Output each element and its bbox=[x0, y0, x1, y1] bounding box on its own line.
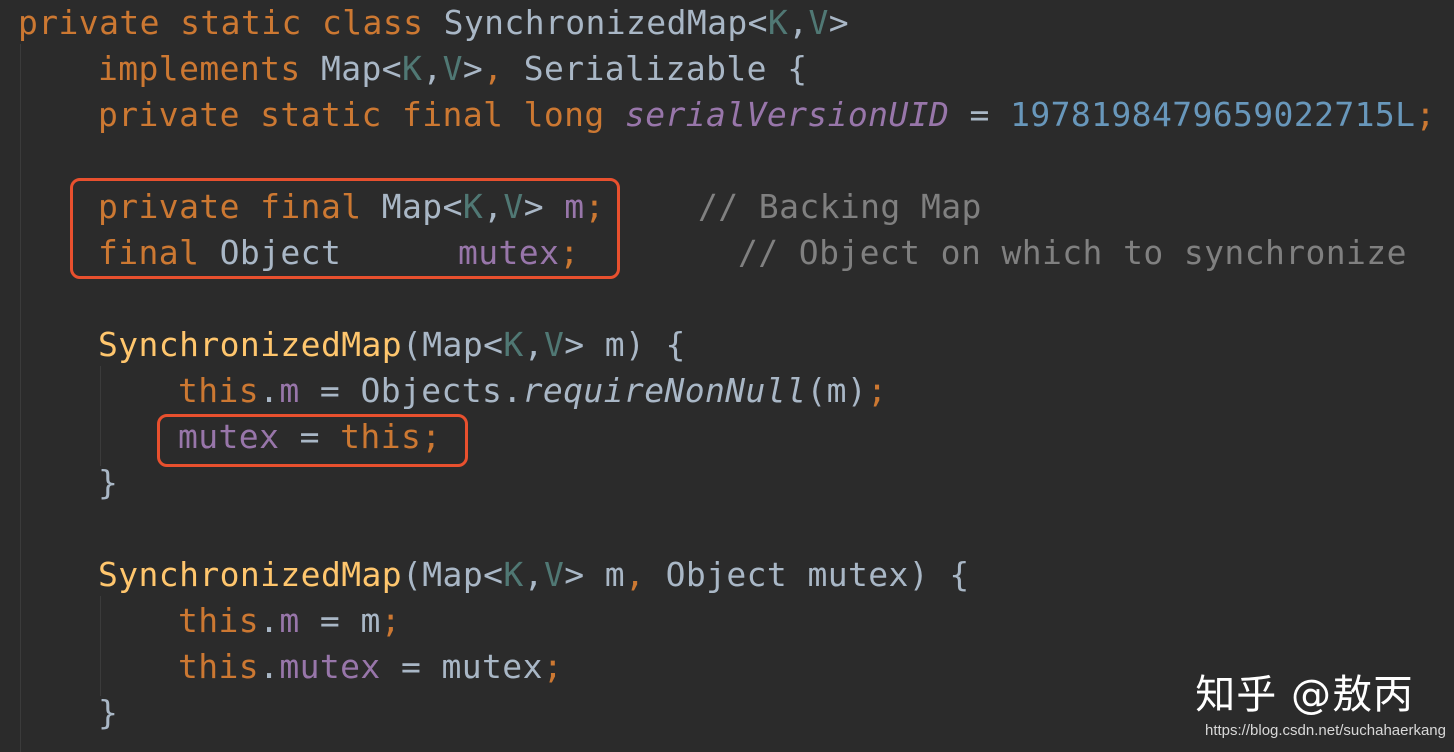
this-keyword: this bbox=[178, 371, 260, 410]
code-line-constructor-2: SynchronizedMap(Map<K,V> m, Object mutex… bbox=[98, 552, 970, 598]
punctuation: , bbox=[523, 555, 544, 594]
code-line-constructor-1: SynchronizedMap(Map<K,V> m) { bbox=[98, 322, 686, 368]
code-editor[interactable]: private static class SynchronizedMap<K,V… bbox=[0, 0, 1454, 752]
code-line-serial-uid: private static final long serialVersionU… bbox=[98, 92, 1436, 138]
operator: = m bbox=[299, 601, 381, 640]
keyword: private static class bbox=[18, 3, 444, 42]
type-param: K bbox=[402, 49, 423, 88]
comment-backing-map: // Backing Map bbox=[698, 187, 982, 226]
indent-guide bbox=[20, 44, 21, 752]
semicolon: ; bbox=[542, 647, 564, 686]
code-line-class-decl: private static class SynchronizedMap<K,V… bbox=[18, 0, 849, 46]
punctuation: < bbox=[381, 49, 403, 88]
punctuation: < bbox=[483, 555, 504, 594]
this-keyword: this bbox=[178, 647, 260, 686]
punctuation: . bbox=[259, 647, 280, 686]
type-param: V bbox=[442, 49, 463, 88]
semicolon: ; bbox=[1415, 95, 1436, 134]
keyword: implements bbox=[98, 49, 321, 88]
semicolon: ; bbox=[380, 601, 401, 640]
semicolon: ; bbox=[867, 371, 888, 410]
punctuation: , bbox=[523, 325, 544, 364]
field-name: mutex bbox=[279, 647, 381, 686]
parameter-list: > m bbox=[564, 555, 626, 594]
comment-sync-object: // Object on which to synchronize bbox=[738, 233, 1407, 272]
csdn-watermark-url: https://blog.csdn.net/suchahaerkang bbox=[1205, 722, 1446, 739]
arguments: (m) bbox=[806, 371, 868, 410]
punctuation: , bbox=[483, 49, 524, 88]
parameter-list: Object mutex) { bbox=[645, 555, 970, 594]
operator: = bbox=[949, 95, 1011, 134]
type-name: Serializable { bbox=[523, 49, 808, 88]
type-param: K bbox=[503, 555, 524, 594]
field-name: m bbox=[279, 601, 300, 640]
code-line-assign-m: this.m = Objects.requireNonNull(m); bbox=[178, 368, 887, 414]
type-param: V bbox=[808, 3, 829, 42]
punctuation: . bbox=[259, 601, 280, 640]
parameter-list: > m) { bbox=[564, 325, 686, 364]
punctuation: < bbox=[747, 3, 768, 42]
indent-guide bbox=[100, 366, 101, 466]
punctuation: , bbox=[625, 555, 646, 594]
type-name: Map bbox=[320, 49, 382, 88]
highlight-box-mutex-this bbox=[157, 414, 468, 467]
punctuation: > bbox=[462, 49, 484, 88]
type-param: V bbox=[543, 325, 565, 364]
brace: } bbox=[98, 693, 119, 732]
highlight-box-fields bbox=[70, 178, 620, 279]
type-param: K bbox=[767, 3, 789, 42]
parameter-type: (Map bbox=[402, 325, 484, 364]
this-keyword: this bbox=[178, 601, 260, 640]
code-line-assign-m-2: this.m = m; bbox=[178, 598, 401, 644]
indent-guide bbox=[100, 596, 101, 696]
zhihu-watermark: 知乎 @敖丙 bbox=[1195, 672, 1414, 718]
brace: } bbox=[98, 463, 119, 502]
code-line-close-brace-2: } bbox=[98, 690, 118, 736]
parameter-type: (Map bbox=[402, 555, 484, 594]
code-line-close-brace: } bbox=[98, 460, 118, 506]
punctuation: , bbox=[788, 3, 809, 42]
code-line-assign-mutex: this.mutex = mutex; bbox=[178, 644, 563, 690]
operator: = mutex bbox=[380, 647, 543, 686]
operator: = Objects. bbox=[299, 371, 523, 410]
punctuation: , bbox=[422, 49, 443, 88]
field-name: m bbox=[279, 371, 300, 410]
method-call: requireNonNull bbox=[522, 371, 807, 410]
punctuation: > bbox=[828, 3, 850, 42]
punctuation: . bbox=[259, 371, 280, 410]
type-param: V bbox=[543, 555, 565, 594]
punctuation: < bbox=[483, 325, 504, 364]
type-param: K bbox=[503, 325, 524, 364]
number-literal: 1978198479659022715L bbox=[1010, 95, 1416, 134]
method-declaration: SynchronizedMap bbox=[98, 555, 403, 594]
code-line-implements: implements Map<K,V>, Serializable { bbox=[98, 46, 807, 92]
method-declaration: SynchronizedMap bbox=[98, 325, 403, 364]
keyword: private static final long bbox=[98, 95, 625, 134]
class-name: SynchronizedMap bbox=[443, 3, 748, 42]
static-field: serialVersionUID bbox=[624, 95, 950, 134]
